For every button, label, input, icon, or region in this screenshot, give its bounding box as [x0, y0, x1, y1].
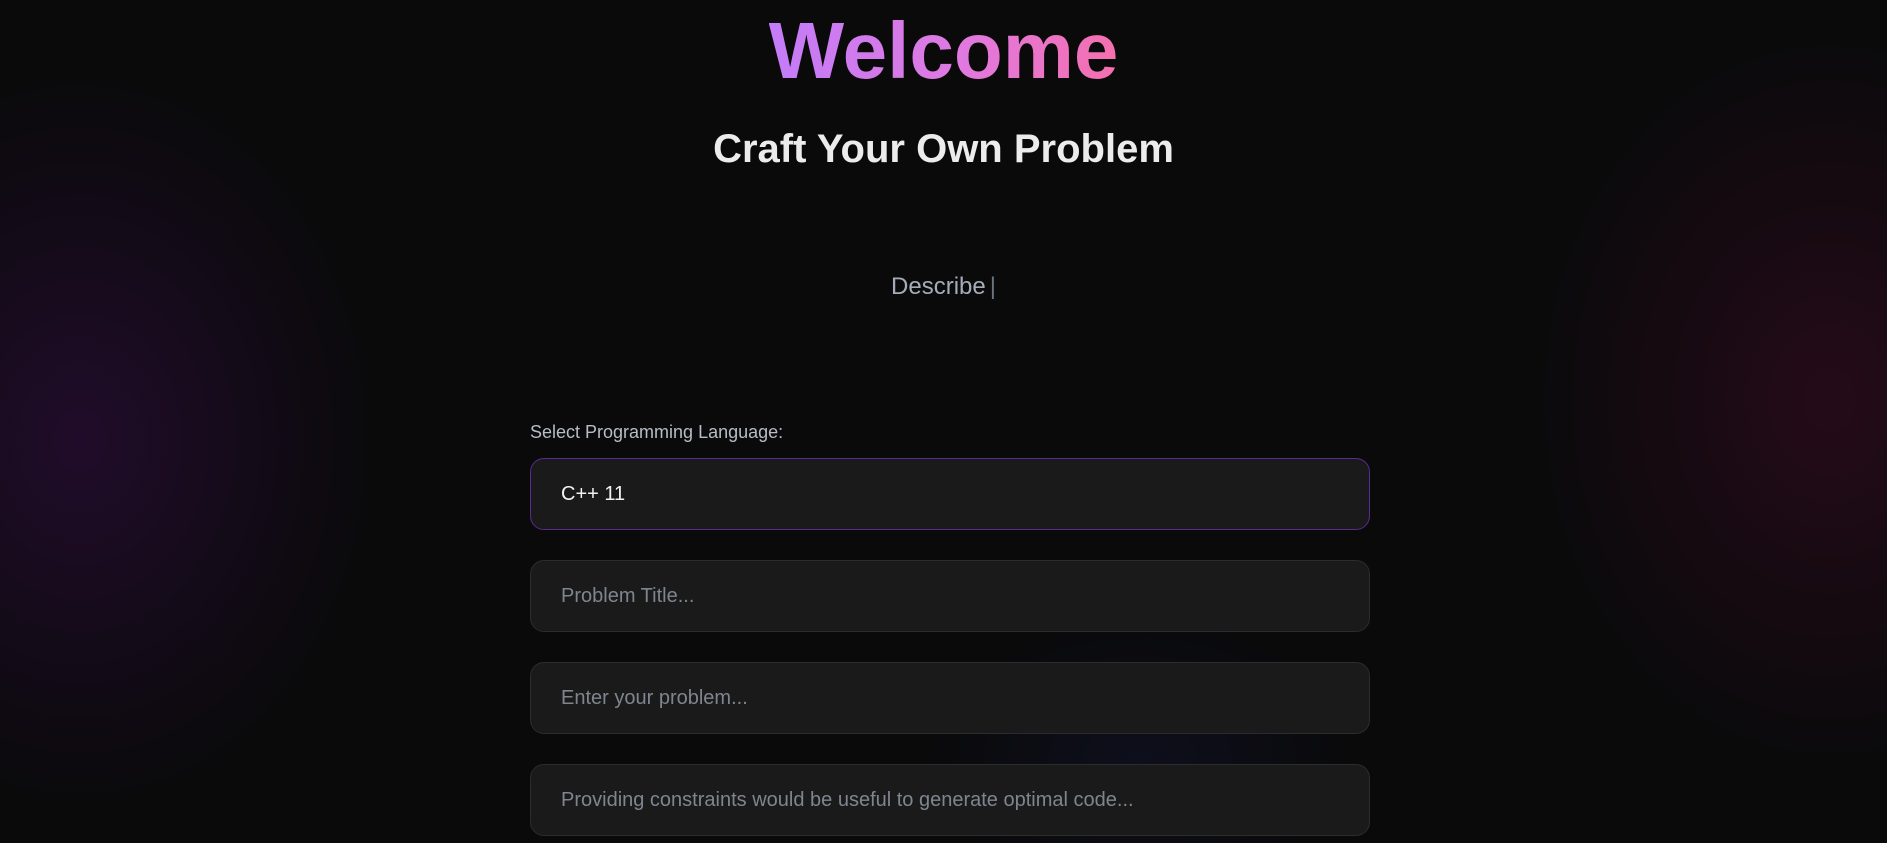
problem-title-placeholder: Problem Title... — [561, 584, 695, 607]
typing-text-area: Describe | — [0, 272, 1887, 302]
welcome-heading: Welcome — [0, 6, 1887, 96]
problem-description-input[interactable]: Enter your problem... — [530, 662, 1370, 734]
welcome-text: Welcome — [768, 6, 1119, 95]
language-selected-value: C++ 11 — [561, 482, 626, 505]
problem-title-input[interactable]: Problem Title... — [530, 560, 1370, 632]
constraints-input[interactable]: Providing constraints would be useful to… — [530, 764, 1370, 836]
problem-form: Select Programming Language: C++ 11 Prob… — [530, 420, 1370, 843]
page: Welcome Craft Your Own Problem Describe |… — [0, 0, 1887, 843]
typing-cursor: | — [989, 273, 996, 300]
constraints-placeholder: Providing constraints would be useful to… — [561, 788, 1134, 811]
typing-text: Describe — [891, 273, 986, 300]
language-label: Select Programming Language: — [530, 422, 784, 442]
language-select[interactable]: C++ 11 — [530, 458, 1370, 530]
page-subtitle: Craft Your Own Problem — [713, 127, 1174, 171]
problem-description-placeholder: Enter your problem... — [561, 686, 748, 709]
